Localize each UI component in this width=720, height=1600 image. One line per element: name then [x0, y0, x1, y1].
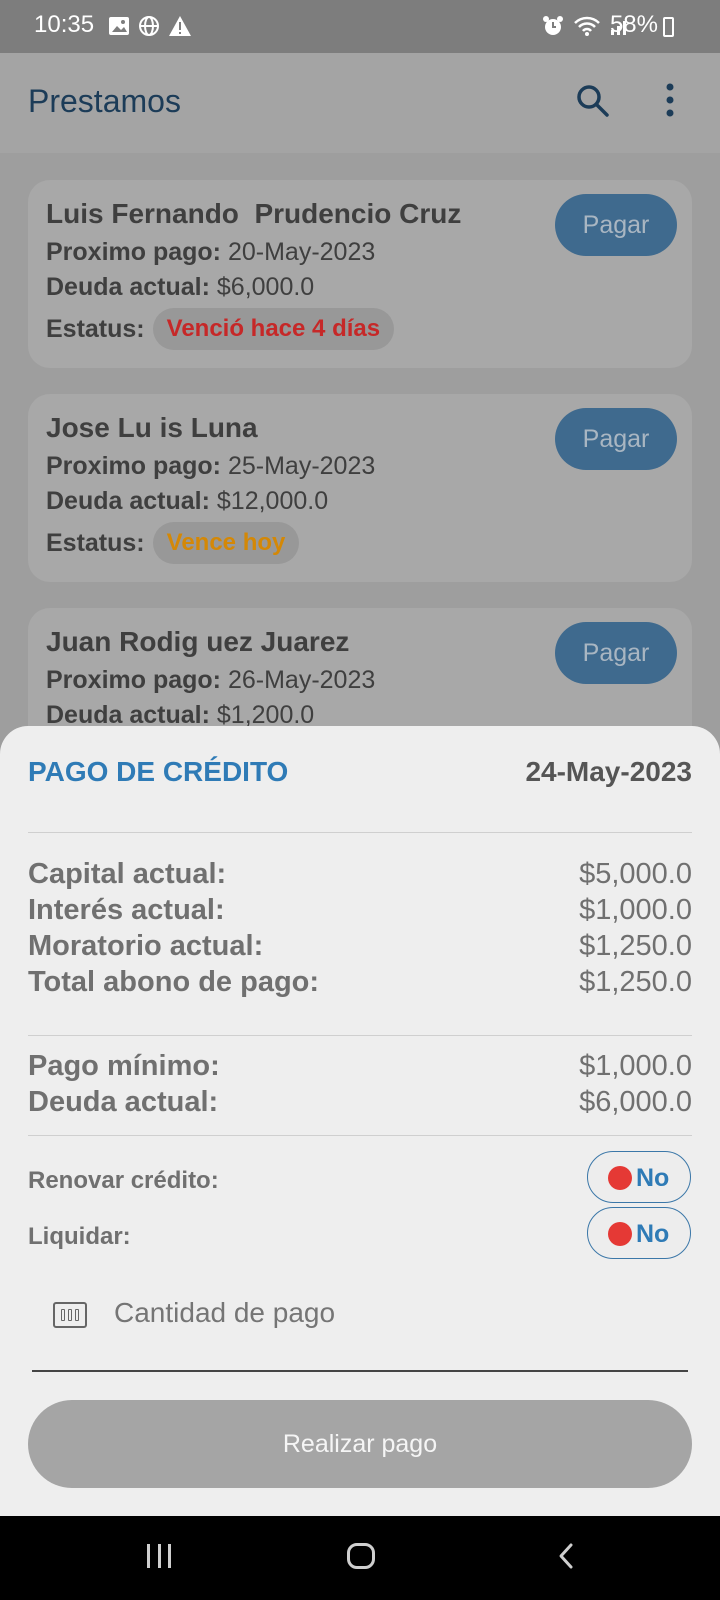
pay-button[interactable]: Pagar — [555, 194, 677, 256]
minimum-payment-value: $1,000.0 — [579, 1050, 692, 1082]
recent-apps-button[interactable] — [147, 1544, 171, 1568]
loan-list: Luis Fernando Prudencio Cruz Proximo pag… — [0, 153, 720, 796]
back-button[interactable] — [553, 1542, 581, 1570]
pay-button[interactable]: Pagar — [555, 408, 677, 470]
money-icon — [53, 1302, 87, 1328]
settle-toggle[interactable]: No — [587, 1207, 691, 1259]
toggle-label: No — [636, 1220, 670, 1248]
current-debt-value: $6,000.0 — [579, 1086, 692, 1118]
battery-level: 58% — [609, 11, 658, 38]
globe-icon — [139, 16, 159, 36]
navigation-bar — [0, 1516, 720, 1600]
total-payment-value: $1,250.0 — [579, 966, 692, 998]
make-payment-button[interactable]: Realizar pago — [28, 1400, 692, 1488]
renew-credit-toggle[interactable]: No — [587, 1151, 691, 1203]
total-payment-label: Total abono de pago: — [28, 966, 320, 998]
image-icon — [109, 17, 129, 35]
debt-label: Deuda actual: — [46, 701, 210, 729]
wifi-icon — [574, 16, 600, 36]
next-payment-label: Proximo pago: — [46, 238, 222, 266]
payment-sheet: PAGO DE CRÉDITO 24-May-2023 Capital actu… — [0, 726, 720, 1516]
toggle-indicator — [608, 1166, 632, 1190]
next-payment-row: Proximo pago: 25-May-2023 — [46, 452, 375, 481]
next-payment-label: Proximo pago: — [46, 452, 222, 480]
search-button[interactable] — [575, 83, 615, 123]
app-bar: Prestamos — [0, 53, 720, 153]
next-payment-value: 20-May-2023 — [227, 238, 376, 266]
back-icon — [559, 1543, 573, 1569]
debt-value: $6,000.0 — [216, 273, 315, 301]
next-payment-value: 26-May-2023 — [227, 666, 376, 694]
status-row: Estatus: Venció hace 4 días — [46, 308, 395, 350]
late-fee-label: Moratorio actual: — [28, 930, 264, 962]
debt-row: Deuda actual: $6,000.0 — [46, 273, 314, 302]
toggle-label: No — [636, 1164, 670, 1192]
next-payment-row: Proximo pago: 26-May-2023 — [46, 666, 375, 695]
borrower-name: Luis Fernando Prudencio Cruz — [46, 198, 462, 229]
page-title: Prestamos — [28, 83, 181, 119]
payment-amount-input[interactable] — [112, 1296, 676, 1330]
debt-value: $1,200.0 — [216, 701, 315, 729]
debt-label: Deuda actual: — [46, 487, 210, 515]
warning-icon — [169, 16, 191, 36]
next-payment-value: 25-May-2023 — [227, 452, 376, 480]
battery-icon — [663, 17, 674, 37]
debt-value: $12,000.0 — [216, 487, 329, 515]
debt-row: Deuda actual: $12,000.0 — [46, 487, 328, 516]
sheet-date: 24-May-2023 — [525, 756, 692, 787]
divider — [28, 1135, 692, 1136]
borrower-name: Jose Lu is Luna — [46, 412, 258, 443]
status-label: Estatus: — [46, 314, 145, 343]
status-row: Estatus: Vence hoy — [46, 522, 300, 564]
interest-value: $1,000.0 — [579, 894, 692, 926]
input-underline — [32, 1370, 688, 1372]
status-bar: 10:35 58% — [0, 0, 720, 53]
settle-label: Liquidar: — [28, 1223, 131, 1250]
late-fee-value: $1,250.0 — [579, 930, 692, 962]
status-icons-left — [108, 15, 192, 37]
debt-label: Deuda actual: — [46, 273, 210, 301]
divider — [28, 1035, 692, 1036]
status-time: 10:35 — [34, 11, 95, 38]
loan-card[interactable]: Luis Fernando Prudencio Cruz Proximo pag… — [28, 180, 692, 368]
sheet-title: PAGO DE CRÉDITO — [28, 756, 289, 787]
capital-value: $5,000.0 — [579, 858, 692, 890]
status-badge: Vence hoy — [152, 522, 300, 564]
more-vert-icon — [666, 83, 674, 117]
more-options-button[interactable] — [664, 83, 684, 123]
loan-card[interactable]: Jose Lu is Luna Proximo pago: 25-May-202… — [28, 394, 692, 582]
divider — [28, 832, 692, 833]
current-debt-label: Deuda actual: — [28, 1086, 219, 1118]
home-button[interactable] — [347, 1543, 375, 1569]
interest-label: Interés actual: — [28, 894, 225, 926]
capital-label: Capital actual: — [28, 858, 227, 890]
pay-button[interactable]: Pagar — [555, 622, 677, 684]
status-label: Estatus: — [46, 528, 145, 557]
search-icon — [577, 85, 609, 117]
toggle-indicator — [608, 1222, 632, 1246]
next-payment-label: Proximo pago: — [46, 666, 222, 694]
next-payment-row: Proximo pago: 20-May-2023 — [46, 238, 375, 267]
status-badge: Venció hace 4 días — [152, 308, 395, 350]
renew-credit-label: Renovar crédito: — [28, 1167, 219, 1194]
minimum-payment-label: Pago mínimo: — [28, 1050, 220, 1082]
alarm-icon — [543, 16, 563, 35]
borrower-name: Juan Rodig uez Juarez — [46, 626, 350, 657]
